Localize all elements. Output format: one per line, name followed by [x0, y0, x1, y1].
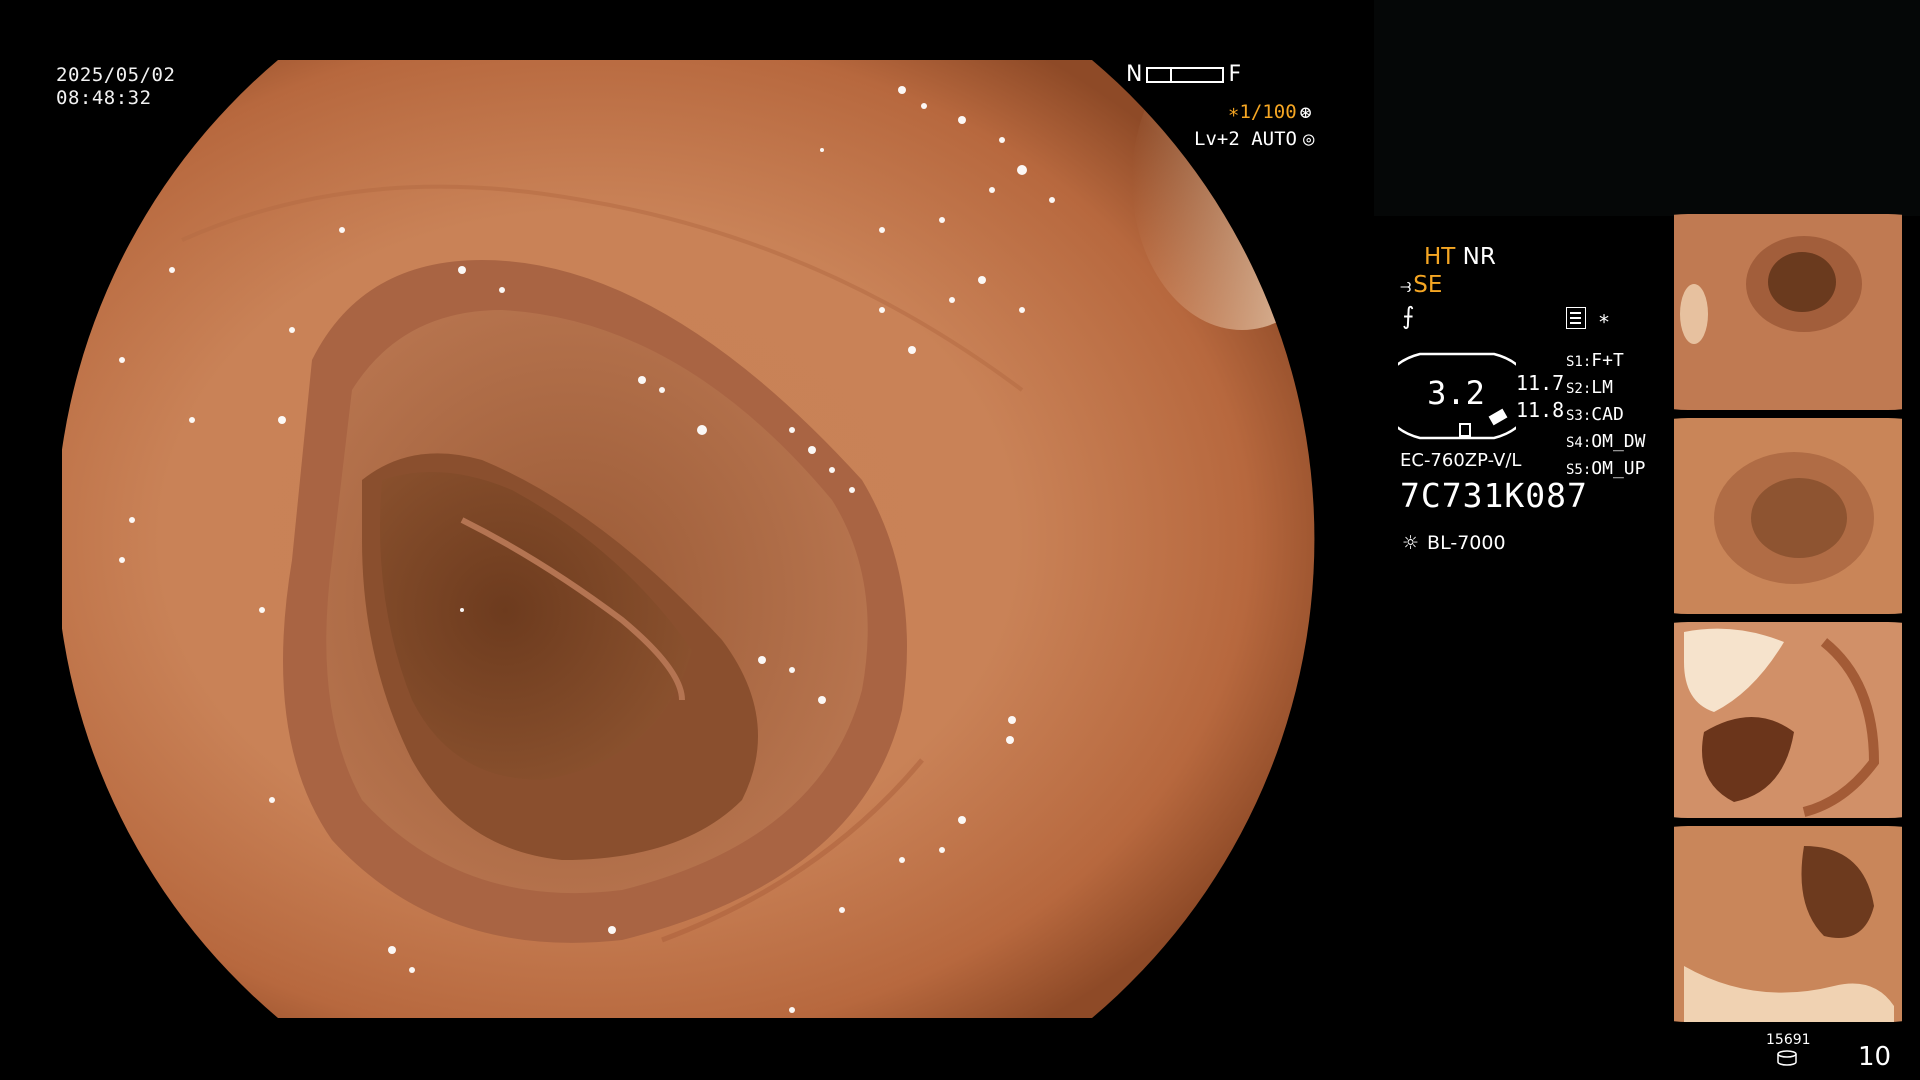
record-indicator: ∗ [1566, 306, 1610, 330]
aperture-icon: ⊛ [1299, 100, 1312, 124]
scope-serial: 7C731K087 [1400, 476, 1588, 515]
light-source: ☼ BL-7000 [1402, 532, 1506, 554]
disk-icon [1777, 1050, 1797, 1066]
setting-row: S4:OM_DW [1566, 431, 1646, 452]
focus-indicator: N F [1126, 62, 1241, 87]
thumbnail-4[interactable] [1674, 826, 1902, 1022]
scope-icon: ⥽ [1400, 273, 1412, 297]
record-icon [1566, 307, 1586, 329]
setting-row: S3:CAD [1566, 404, 1624, 425]
magnification-gauge: 3.2 [1398, 352, 1516, 440]
shutter-readout: ∗1/100 ⊛ [1228, 100, 1312, 124]
top-right-panel [1374, 0, 1920, 216]
mode-se: ⥽ SE [1400, 272, 1442, 298]
captured-count: 10 [1858, 1042, 1892, 1072]
gauge-readings: 11.7 11.8 [1516, 370, 1564, 424]
enhance-readout: Lv+2 AUTO ◎ [1194, 128, 1314, 150]
thumbnail-1[interactable] [1674, 214, 1902, 410]
iris-icon: ◎ [1302, 128, 1315, 150]
setting-row: S1:F+T [1566, 350, 1624, 371]
light-source-model: BL-7000 [1427, 532, 1506, 554]
setting-row: S2:LM [1566, 377, 1613, 398]
storage-remaining: 15691 [1766, 1032, 1811, 1048]
nr-label: NR [1462, 244, 1496, 270]
light-source-icon: ☼ [1402, 532, 1420, 554]
scope-model: EC-760ZP-V/L [1400, 450, 1522, 471]
se-label: SE [1413, 272, 1443, 298]
gauge-upper: 11.7 [1516, 371, 1565, 395]
thumbnail-3[interactable] [1674, 622, 1902, 818]
far-label: F [1228, 62, 1242, 87]
enhance-value: Lv+2 AUTO [1194, 128, 1297, 150]
gauge-value: 3.2 [1427, 374, 1485, 412]
record-star: ∗ [1598, 306, 1611, 330]
endoscope-main-view [62, 60, 1315, 1018]
thumbnail-2[interactable] [1674, 418, 1902, 614]
focus-bar [1146, 66, 1225, 83]
mode-ht-nr: HT NR [1424, 244, 1496, 270]
captured-thumbnails [1668, 214, 1920, 1022]
near-label: N [1126, 62, 1143, 87]
gauge-lower: 11.8 [1516, 398, 1565, 422]
zoom-icon: ⨍ [1402, 302, 1415, 330]
switch-settings-list: S1:F+T S2:LM S3:CAD S4:OM_DW S5:OM_UP [1566, 348, 1645, 483]
ht-label: HT [1424, 244, 1456, 270]
shutter-value: ∗1/100 [1228, 101, 1297, 123]
